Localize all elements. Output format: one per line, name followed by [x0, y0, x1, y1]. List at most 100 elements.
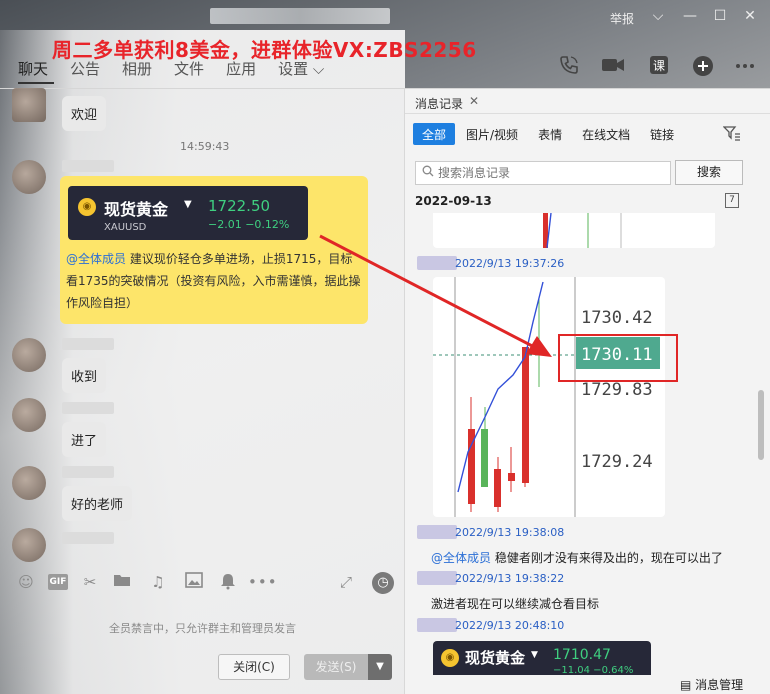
chat-message: 欢迎: [62, 96, 107, 131]
expand-icon[interactable]: ⤢: [336, 572, 356, 592]
music-icon[interactable]: ♫: [148, 572, 168, 592]
minimize-icon[interactable]: —: [680, 6, 700, 26]
price-label: 1729.24: [581, 452, 653, 472]
course-icon[interactable]: 课: [646, 54, 672, 80]
avatar[interactable]: [12, 398, 46, 432]
gold-card-change: −11.04 −0.64%: [553, 665, 634, 675]
group-name-blurred: [210, 8, 390, 24]
gold-card-title: 现货黄金: [104, 200, 169, 219]
send-options-chevron-icon[interactable]: ▼: [368, 654, 392, 680]
tab-album[interactable]: 相册: [122, 58, 152, 80]
search-input[interactable]: [438, 164, 666, 182]
search-icon: [422, 165, 434, 180]
sender-name-blurred: [62, 532, 114, 544]
tab-apps[interactable]: 应用: [226, 58, 256, 80]
gold-quote-card[interactable]: ◉ 现货黄金 ▼ 1722.50 XAUUSD −2.01 −0.12%: [68, 186, 308, 240]
gold-card-title: 现货黄金: [465, 649, 526, 667]
filter-media[interactable]: 图片/视频: [457, 123, 527, 145]
history-message-text: 稳健者刚才没有来得及出的，现在可以出了: [494, 551, 723, 565]
calendar-icon[interactable]: 7: [725, 193, 739, 208]
gold-coin-icon: ◉: [78, 198, 96, 216]
phone-icon[interactable]: [556, 54, 582, 80]
sender-name-blurred: [417, 571, 457, 585]
gif-icon[interactable]: GIF: [48, 574, 68, 590]
tab-settings[interactable]: 设置 ⌵: [278, 58, 324, 80]
chat-message: 好的老师: [62, 486, 133, 521]
bell-icon[interactable]: [218, 572, 238, 592]
sender-name-blurred: [62, 338, 114, 350]
avatar[interactable]: [12, 528, 46, 562]
message-timestamp: 14:59:43: [180, 140, 230, 153]
gold-signal-text: @全体成员 建议现价轻仓多单进场，止损1715，目标看1735的突破情况（投资有…: [66, 248, 364, 314]
sender-name-blurred: [417, 618, 457, 632]
report-button[interactable]: 举报: [610, 10, 634, 27]
mention-all[interactable]: @全体成员: [66, 252, 126, 266]
gold-quote-card[interactable]: ◉ 现货黄金 ▼ 1710.47 −11.04 −0.64%: [433, 641, 651, 675]
history-timestamp: 2022/9/13 19:37:26: [455, 257, 565, 270]
tab-files[interactable]: 文件: [174, 58, 204, 80]
image-icon[interactable]: [184, 572, 204, 592]
video-icon[interactable]: [600, 54, 626, 80]
close-window-icon[interactable]: ✕: [740, 6, 760, 26]
chat-message: 进了: [62, 422, 107, 457]
scissors-icon[interactable]: ✂: [80, 572, 100, 592]
sender-name-blurred: [417, 525, 457, 539]
avatar[interactable]: [12, 88, 46, 122]
sender-name-blurred: [62, 466, 114, 478]
history-tab-divider: [405, 113, 770, 114]
message-manager-label: 消息管理: [695, 678, 744, 692]
tab-chat[interactable]: 聊天: [18, 58, 48, 80]
history-message-text: 激进者现在可以继续减仓看目标: [431, 597, 600, 611]
tab-announcement[interactable]: 公告: [70, 58, 100, 80]
filter-links[interactable]: 链接: [641, 123, 683, 145]
active-tab-underline: [18, 82, 54, 84]
close-tab-icon[interactable]: ✕: [469, 94, 479, 108]
candlestick-chart-image[interactable]: 1730.42 1730.11 1729.83 1729.24: [433, 277, 665, 517]
close-button[interactable]: 关闭(C): [218, 654, 290, 680]
filter-settings-icon[interactable]: [722, 125, 741, 145]
message-manager-button[interactable]: ▤ 消息管理: [680, 676, 743, 693]
gold-card-symbol: XAUUSD: [104, 222, 147, 233]
maximize-icon[interactable]: ☐: [710, 6, 730, 26]
filter-docs[interactable]: 在线文档: [573, 123, 639, 145]
folder-icon[interactable]: [112, 572, 132, 592]
avatar[interactable]: [12, 466, 46, 500]
more-dots-icon[interactable]: •••: [248, 572, 277, 592]
avatar[interactable]: [12, 338, 46, 372]
message-history-panel: 消息记录 ✕ 全部 图片/视频 表情 在线文档 链接 搜索 2022-09-13…: [405, 89, 770, 694]
more-icon[interactable]: [732, 54, 758, 80]
sender-name-blurred: [417, 256, 457, 270]
message-manager-icon: ▤: [680, 678, 692, 692]
avatar[interactable]: [12, 160, 46, 194]
dropdown-caret-icon: ▼: [531, 650, 538, 660]
price-label: 1730.42: [581, 308, 653, 328]
history-scrollbar[interactable]: [758, 390, 764, 460]
history-message: @全体成员 稳健者刚才没有来得及出的，现在可以出了: [431, 549, 723, 566]
group-nav-tabs: 聊天 公告 相册 文件 应用 设置 ⌵: [18, 58, 346, 80]
chat-pane-background: [0, 30, 405, 694]
dropdown-caret-icon: ▼: [184, 199, 192, 210]
gold-signal-message: ◉ 现货黄金 ▼ 1722.50 XAUUSD −2.01 −0.12% @全体…: [60, 176, 368, 324]
search-button[interactable]: 搜索: [675, 160, 743, 185]
filter-stickers[interactable]: 表情: [529, 123, 571, 145]
price-label: 1729.83: [581, 380, 653, 400]
filter-all[interactable]: 全部: [413, 123, 456, 145]
history-timestamp: 2022/9/13 19:38:08: [455, 526, 565, 539]
history-clock-icon[interactable]: ◷: [372, 572, 394, 594]
send-button[interactable]: 发送(S): [304, 654, 368, 680]
gold-coin-icon: ◉: [441, 649, 459, 667]
history-timestamp: 2022/9/13 19:38:22: [455, 572, 565, 585]
collapse-icon[interactable]: ⌵: [648, 6, 668, 26]
history-filters: 全部 图片/视频 表情 在线文档 链接: [413, 123, 685, 145]
highlight-box: [558, 334, 678, 382]
sender-name-blurred: [62, 160, 114, 172]
title-bar: 举报 ⌵ — ☐ ✕: [0, 0, 770, 34]
emoji-icon[interactable]: ☺: [16, 572, 36, 592]
gold-card-price: 1710.47: [553, 647, 611, 663]
mention-all[interactable]: @全体成员: [431, 551, 491, 565]
sender-name-blurred: [62, 402, 114, 414]
svg-text:课: 课: [653, 59, 665, 73]
history-tab-label[interactable]: 消息记录: [415, 95, 463, 112]
add-icon[interactable]: [690, 54, 716, 80]
chart-image-partial[interactable]: [433, 212, 715, 249]
